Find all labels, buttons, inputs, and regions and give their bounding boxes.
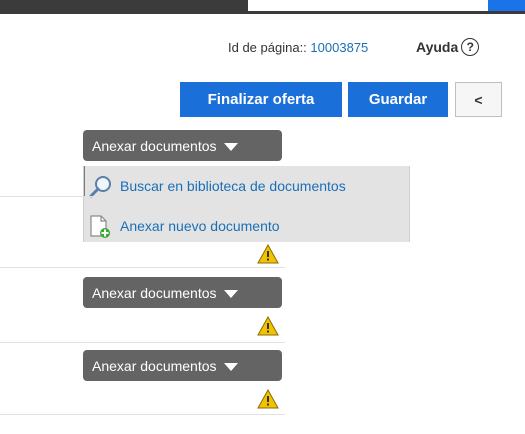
attach-documents-button[interactable]: Anexar documentos	[83, 130, 282, 161]
attach-documents-button[interactable]: Anexar documentos	[83, 350, 282, 381]
finalize-offer-button[interactable]: Finalizar oferta	[180, 82, 342, 117]
warning-icon	[257, 389, 279, 409]
top-bar-accent	[488, 0, 525, 11]
new-document-icon	[90, 215, 110, 238]
caret-down-icon	[223, 362, 238, 371]
save-button[interactable]: Guardar	[348, 82, 448, 117]
page-id: Id de página:: 10003875	[228, 40, 368, 55]
page-id-label: Id de página::	[228, 40, 307, 55]
menu-item-label: Anexar nuevo documento	[120, 218, 280, 234]
table-row-divider	[0, 342, 285, 343]
caret-down-icon	[223, 142, 238, 151]
attach-documents-label: Anexar documentos	[92, 137, 217, 154]
caret-down-icon	[223, 289, 238, 298]
warning-icon	[257, 316, 279, 336]
table-row-divider	[0, 196, 285, 197]
top-bar	[0, 0, 525, 14]
help-link[interactable]: Ayuda ?	[416, 38, 480, 56]
menu-item-new-document[interactable]: Anexar nuevo documento	[84, 213, 280, 239]
help-label: Ayuda	[416, 39, 459, 55]
top-bar-search-area	[248, 0, 488, 11]
attach-documents-menu: Buscar en biblioteca de documentos Anexa…	[83, 166, 410, 242]
help-icon[interactable]: ?	[461, 38, 480, 56]
table-row-divider	[0, 267, 285, 268]
warning-icon	[257, 244, 279, 264]
attach-documents-label: Anexar documentos	[92, 284, 217, 301]
menu-item-label: Buscar en biblioteca de documentos	[120, 178, 346, 194]
attach-documents-label: Anexar documentos	[92, 357, 217, 374]
attach-documents-button[interactable]: Anexar documentos	[83, 277, 282, 308]
page-id-value: 10003875	[310, 40, 369, 55]
table-row-divider	[0, 414, 285, 415]
back-button[interactable]: <	[455, 82, 502, 117]
